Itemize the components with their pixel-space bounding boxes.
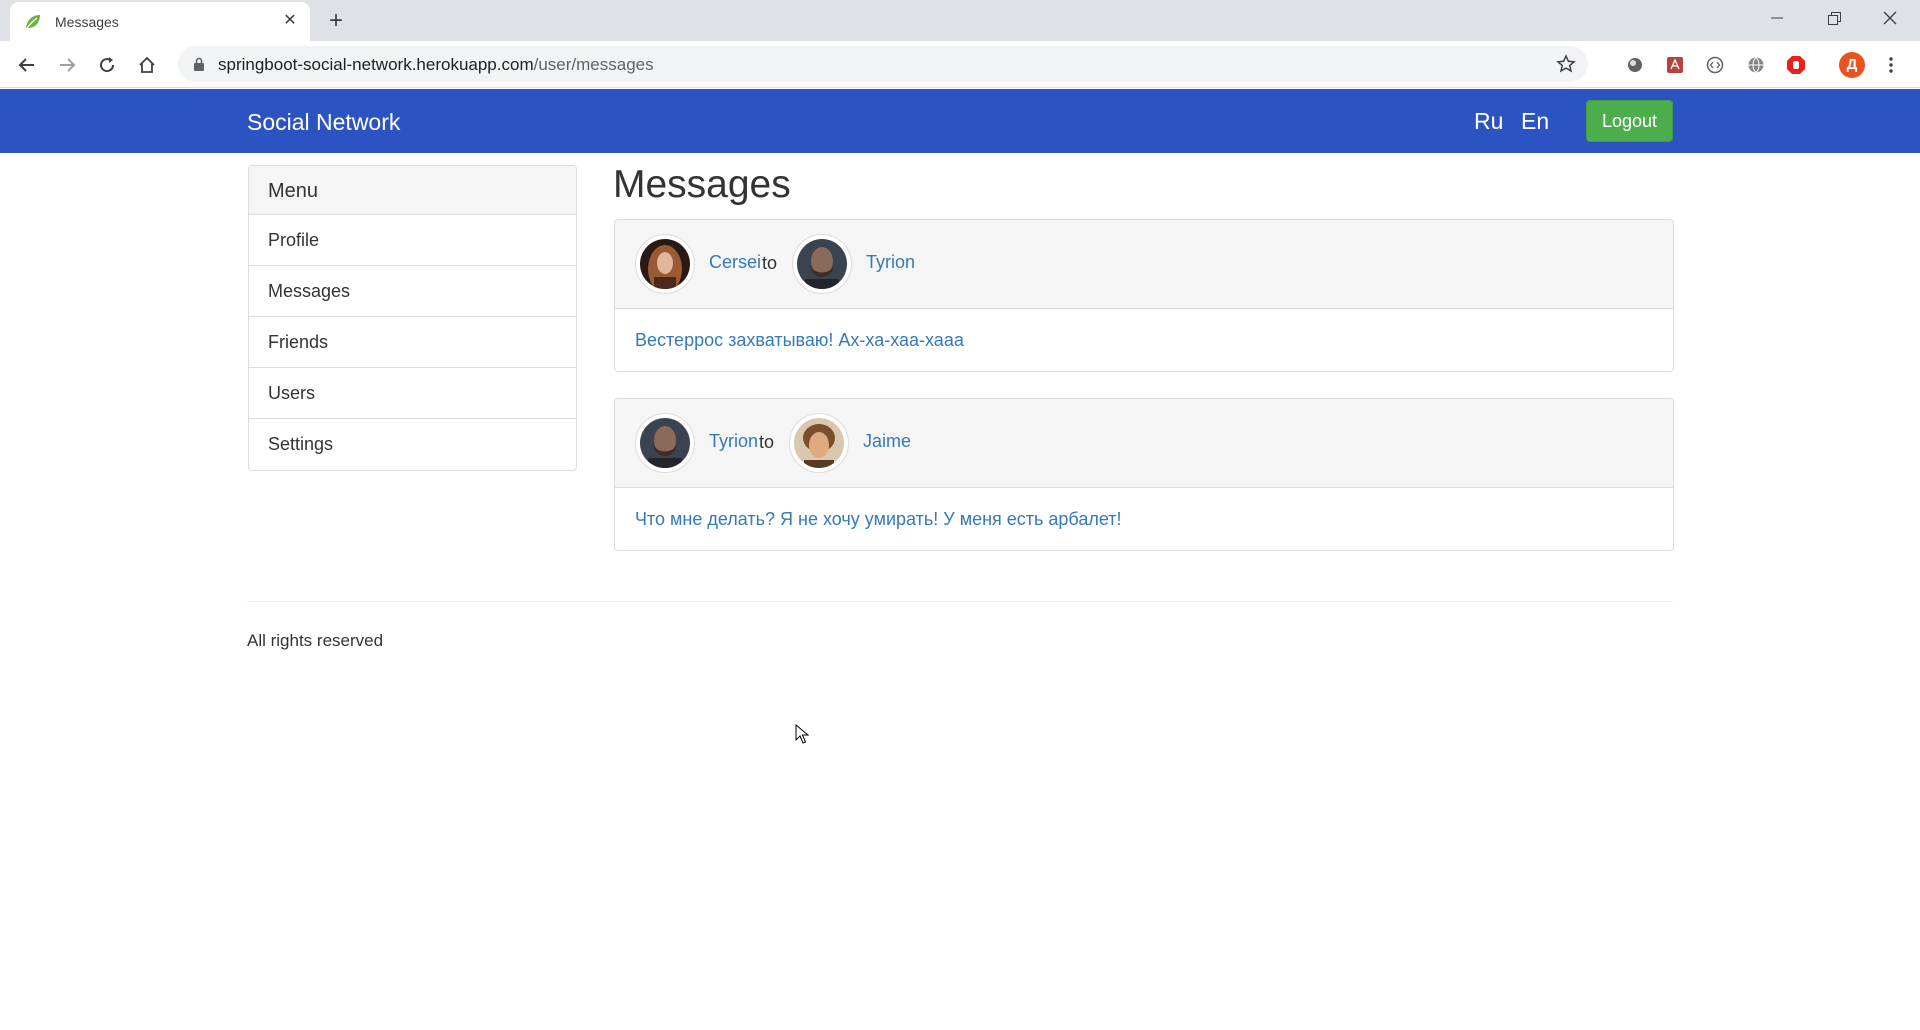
new-tab-button[interactable]: +: [323, 8, 349, 34]
sidebar-menu: Menu Profile Messages Friends Users Sett…: [248, 165, 577, 471]
sidebar-item-profile[interactable]: Profile: [249, 215, 576, 266]
sidebar-item-users[interactable]: Users: [249, 368, 576, 419]
url-host: springboot-social-network.herokuapp.com: [218, 55, 534, 74]
lock-icon[interactable]: [192, 56, 206, 72]
sender-name-link[interactable]: Tyrion: [709, 431, 758, 452]
message-header: Tyrion to Jaime: [615, 399, 1673, 488]
restore-icon[interactable]: [1806, 0, 1862, 36]
home-icon[interactable]: [133, 51, 161, 79]
message-header: Cersei to Tyrion: [615, 220, 1673, 309]
sender-name-link[interactable]: Cersei: [709, 252, 761, 273]
browser-tab-strip: Messages ✕ +: [0, 0, 1920, 41]
sidebar-item-friends[interactable]: Friends: [249, 317, 576, 368]
recipient-name-link[interactable]: Tyrion: [866, 252, 915, 273]
forward-icon[interactable]: [53, 51, 81, 79]
to-label: to: [759, 432, 775, 452]
to-label: to: [762, 253, 778, 273]
message-text[interactable]: Вестеррос захватываю! Ах-ха-хаа-хааа: [615, 309, 1673, 371]
url-path: /user/messages: [533, 55, 654, 74]
extension-circle-icon[interactable]: [1624, 54, 1646, 76]
leaf-icon: [26, 15, 40, 29]
close-window-icon[interactable]: [1862, 0, 1918, 36]
brand-link[interactable]: Social Network: [247, 109, 400, 136]
pdf-extension-icon[interactable]: [1664, 54, 1686, 76]
message-card: Cersei to Tyrion Вестеррос захватываю! А…: [614, 219, 1674, 372]
bookmark-star-icon[interactable]: [1556, 54, 1576, 74]
globe-extension-icon[interactable]: [1745, 54, 1767, 76]
code-extension-icon[interactable]: [1704, 54, 1726, 76]
message-text[interactable]: Что мне делать? Я не хочу умирать! У мен…: [615, 488, 1673, 550]
lang-ru-link[interactable]: Ru: [1474, 108, 1503, 135]
reload-icon[interactable]: [93, 51, 121, 79]
minimize-icon[interactable]: [1749, 0, 1805, 36]
site-navbar: Social Network Ru En Logout: [0, 89, 1920, 153]
back-icon[interactable]: [13, 51, 41, 79]
footer-text: All rights reserved: [247, 631, 384, 650]
recipient-name-link[interactable]: Jaime: [863, 431, 911, 452]
logout-button[interactable]: Logout: [1586, 100, 1673, 142]
browser-menu-icon[interactable]: [1880, 54, 1902, 76]
browser-toolbar: springboot-social-network.herokuapp.com/…: [0, 41, 1920, 88]
page-title: Messages: [613, 163, 791, 206]
recipient-avatar[interactable]: [789, 413, 849, 473]
message-card: Tyrion to Jaime Что мне делать? Я не хоч…: [614, 398, 1674, 551]
close-tab-icon[interactable]: ✕: [280, 11, 300, 31]
profile-avatar[interactable]: Д: [1839, 52, 1865, 78]
mouse-cursor-icon: [795, 724, 809, 744]
lang-en-link[interactable]: En: [1521, 108, 1549, 135]
sender-avatar[interactable]: [635, 413, 695, 473]
sidebar-item-messages[interactable]: Messages: [249, 266, 576, 317]
adblock-extension-icon[interactable]: [1785, 54, 1807, 76]
footer-divider: [247, 601, 1673, 602]
sidebar-item-settings[interactable]: Settings: [249, 419, 576, 470]
menu-heading: Menu: [249, 166, 576, 215]
address-bar[interactable]: springboot-social-network.herokuapp.com/…: [178, 46, 1588, 82]
url-text: springboot-social-network.herokuapp.com/…: [218, 55, 654, 75]
tab-title: Messages: [55, 14, 119, 30]
recipient-avatar[interactable]: [792, 234, 852, 294]
browser-tab[interactable]: Messages ✕: [10, 2, 310, 41]
sender-avatar[interactable]: [635, 234, 695, 294]
